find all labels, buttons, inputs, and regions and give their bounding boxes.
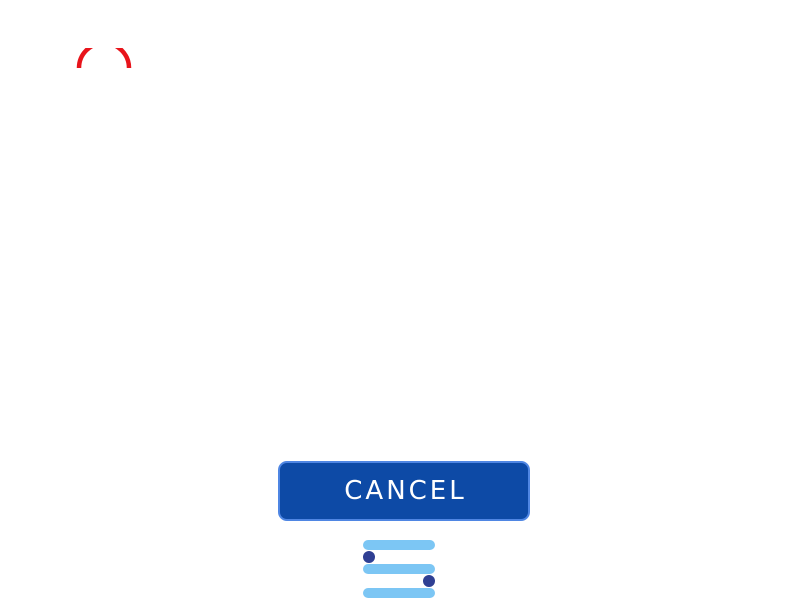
slider-knob-left bbox=[363, 551, 375, 563]
cancel-button[interactable]: CANCEL bbox=[278, 461, 530, 521]
slider-track-middle bbox=[363, 564, 435, 574]
sliders-icon[interactable] bbox=[358, 534, 442, 600]
slider-track-bottom bbox=[363, 588, 435, 598]
loading-spinner-icon bbox=[76, 48, 132, 69]
slider-track-top bbox=[363, 540, 435, 550]
slider-knob-right bbox=[423, 575, 435, 587]
